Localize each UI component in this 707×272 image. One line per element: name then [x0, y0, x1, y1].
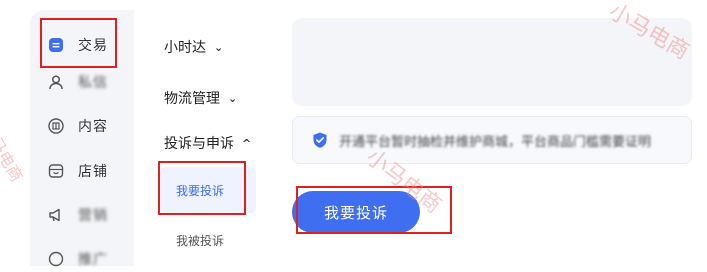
content-icon [48, 118, 64, 134]
chevron-down-icon: ⌄ [214, 40, 224, 54]
notice-banner: 开通平台暂时抽检并维护商城，平台商品门槛需要证明 [292, 116, 692, 164]
promote-icon [48, 251, 64, 267]
chevron-down-icon: ⌄ [228, 91, 238, 105]
menu-item-received-complaints[interactable]: 我被投诉 [160, 217, 256, 263]
sidebar-item-content[interactable]: 内容 [48, 113, 108, 139]
sidebar-item-marketing[interactable]: 营销 [48, 202, 108, 228]
chevron-up-icon: ^ [242, 136, 252, 150]
sidebar-item-label: 营销 [78, 208, 108, 224]
notice-text: 开通平台暂时抽检并维护商城，平台商品门槛需要证明 [339, 134, 652, 150]
sidebar-item-label: 推广 [78, 252, 108, 268]
secondary-menu: 小时达 ⌄ 物流管理 ⌄ 投诉与申诉 ^ 我要投诉 我被投诉 [134, 10, 274, 266]
sidebar-item-messages[interactable]: 私信 [48, 69, 108, 95]
sidebar-item-label: 内容 [78, 119, 108, 135]
sidebar-item-label: 私信 [78, 75, 108, 91]
annotation-box-trade [40, 18, 117, 68]
content-panel [292, 18, 692, 106]
watermark: 小马电商 [0, 120, 27, 185]
store-icon [48, 163, 64, 179]
menu-group-logistics[interactable]: 物流管理 ⌄ [164, 88, 237, 108]
sidebar-item-promote[interactable]: 推广 [48, 246, 108, 272]
megaphone-icon [48, 207, 64, 223]
menu-group-label: 投诉与申诉 [164, 136, 234, 152]
menu-group-hourly-delivery[interactable]: 小时达 ⌄ [164, 37, 223, 57]
user-icon [48, 74, 64, 90]
annotation-box-file-complaint-button [296, 186, 452, 234]
sidebar-item-label: 店铺 [78, 164, 108, 180]
menu-group-label: 物流管理 [164, 91, 220, 107]
menu-item-label: 我被投诉 [176, 233, 225, 248]
menu-group-label: 小时达 [164, 40, 206, 56]
annotation-box-file-complaint-menu [158, 161, 246, 215]
shield-icon [313, 132, 327, 148]
menu-group-complaints[interactable]: 投诉与申诉 ^ [164, 133, 251, 153]
sidebar-item-store[interactable]: 店铺 [48, 158, 108, 184]
